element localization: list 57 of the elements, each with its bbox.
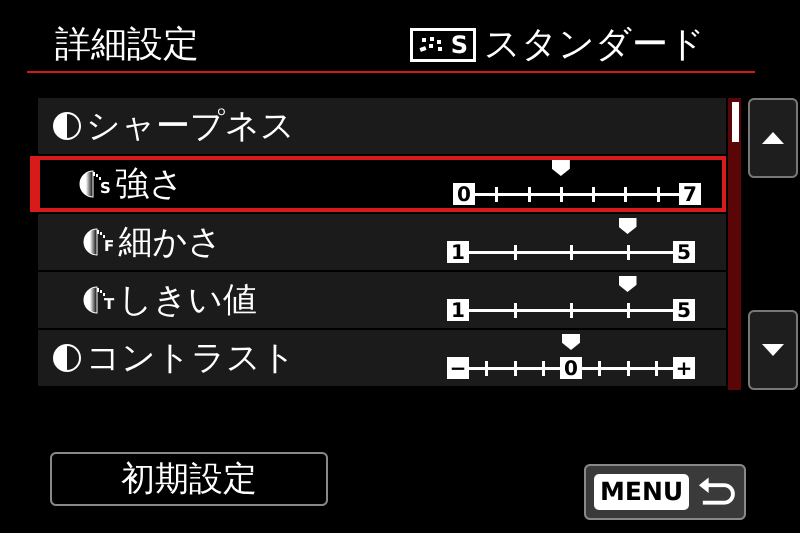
scale-label: 1 (447, 299, 469, 321)
scale-label: 5 (673, 241, 695, 263)
menu-row[interactable]: コントラスト − 0 + (38, 330, 726, 386)
scale-label: 5 (673, 299, 695, 321)
scale-tick (528, 187, 531, 202)
reset-button[interactable]: 初期設定 (50, 452, 328, 506)
scale-tick (514, 361, 516, 376)
scale-tick (626, 361, 630, 376)
badge-letter: S (450, 32, 468, 58)
scale-label: + (673, 357, 695, 379)
scale-label: − (447, 357, 469, 379)
scale-tick (485, 361, 488, 376)
scale-tick (654, 361, 658, 376)
row-label: コントラスト (86, 338, 296, 378)
icon-letter: T (104, 297, 114, 312)
scroll-up-button[interactable] (748, 98, 798, 178)
scale-tick (560, 187, 563, 202)
scale-tick (570, 245, 573, 260)
scale-label: 7 (679, 183, 701, 205)
row-label: シャープネス (86, 106, 295, 146)
menu-row[interactable]: S 強さ 0 7 (30, 156, 726, 212)
scale-label: 0 (560, 357, 582, 379)
scale-tick (598, 361, 602, 376)
menu-key-label: MENU (594, 474, 690, 510)
scale-tick (592, 187, 596, 202)
scale-tick (656, 187, 660, 202)
scale-tick (570, 303, 573, 318)
slider[interactable]: 1 5 (446, 277, 696, 323)
slider[interactable]: − 0 + (446, 335, 696, 381)
menu-row[interactable]: シャープネス (38, 98, 726, 154)
up-triangle-icon (762, 132, 784, 144)
scale-tick (626, 303, 630, 318)
menu-row[interactable]: F 細かさ 1 5 (38, 214, 726, 270)
slider[interactable]: 0 7 (452, 161, 702, 207)
half-circle-icon (52, 111, 82, 141)
icon-letter: S (100, 181, 111, 196)
slider[interactable]: 1 5 (446, 219, 696, 265)
row-label: 強さ (114, 164, 184, 204)
screen-title: 詳細設定 (55, 23, 199, 67)
scale-label: 1 (447, 241, 469, 263)
scroll-down-button[interactable] (748, 310, 798, 390)
down-triangle-icon (762, 344, 784, 356)
row-label: 細かさ (118, 222, 222, 262)
picture-style-name: スタンダード (484, 23, 705, 67)
row-label: しきい値 (118, 280, 258, 320)
scale-tick (514, 303, 516, 318)
scale-tick (542, 361, 545, 376)
half-circle-icon (52, 343, 82, 373)
scale-label: 0 (453, 183, 475, 205)
scale-tick (514, 245, 516, 260)
scale-tick (624, 187, 628, 202)
menu-row[interactable]: T しきい値 1 5 (38, 272, 726, 328)
icon-letter: F (104, 239, 114, 254)
scale-tick (495, 187, 498, 202)
scrollbar-thumb[interactable] (732, 102, 739, 142)
menu-back-button[interactable]: MENU (584, 464, 746, 520)
scale-tick (626, 245, 630, 260)
